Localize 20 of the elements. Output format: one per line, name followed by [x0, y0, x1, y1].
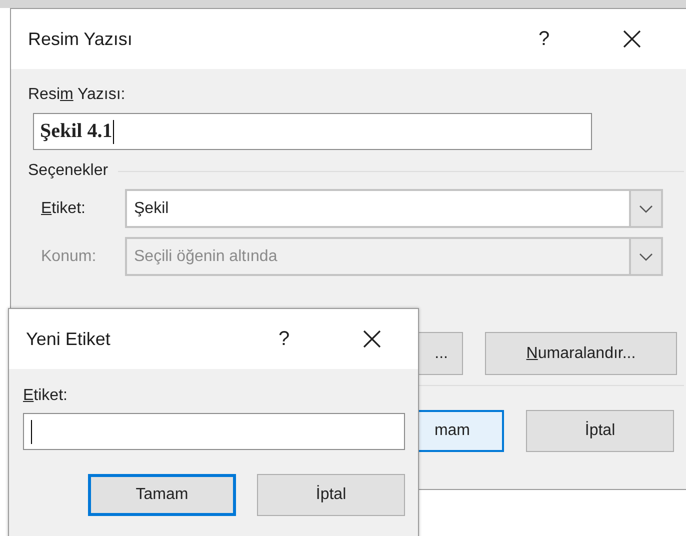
close-icon[interactable] [622, 29, 642, 49]
close-icon[interactable] [362, 329, 382, 349]
window-title: Yeni Etiket [26, 328, 112, 350]
window-title: Resim Yazısı [28, 28, 134, 50]
dialog-button[interactable]: Numaralandır... [485, 332, 677, 375]
help-button[interactable]: ? [272, 328, 296, 350]
caption-label: Resim Yazısı: [28, 86, 126, 104]
caption-field[interactable]: Şekil 4.1 [33, 113, 592, 150]
label-name-field[interactable] [23, 413, 405, 450]
help-button[interactable]: ? [532, 28, 556, 50]
chevron-down-icon [639, 204, 653, 212]
dialog-button[interactable]: İptal [526, 410, 674, 452]
field-label: Konum: [40, 248, 98, 266]
label-name-label: Etiket: [23, 387, 68, 405]
chevron-down-icon [639, 252, 653, 260]
options-heading: Seçenekler [28, 162, 108, 180]
dialog-button[interactable]: İptal [257, 474, 405, 516]
dialog-button[interactable]: Tamam [88, 474, 236, 516]
dropdown-field[interactable]: Şekil [125, 189, 663, 228]
field-label: Etiket: [40, 200, 86, 218]
